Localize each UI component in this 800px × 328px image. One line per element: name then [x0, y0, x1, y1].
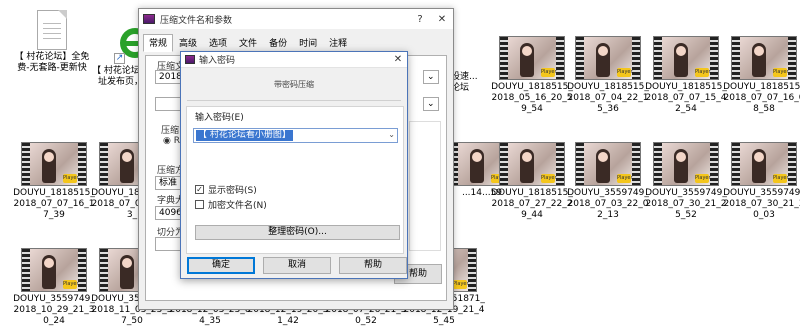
file-label: DOUYU_1818515_2018_05_16_20_59_54	[491, 82, 573, 114]
video-thumbnail-icon: Player	[731, 36, 797, 80]
file-label: DOUYU_3559749_2018_07_30_21_30_03	[723, 188, 800, 220]
checkbox-checked-icon: ✓	[195, 185, 204, 194]
video-thumbnail-icon: Player	[499, 142, 565, 186]
cancel-button[interactable]: 取消	[263, 257, 331, 274]
dialog-titlebar: 输入密码 ✕	[181, 52, 407, 68]
file-label: DOUYU_3559749_2018_07_03_22_02_13	[567, 188, 649, 220]
divider	[187, 100, 401, 101]
close-icon[interactable]: ✕	[389, 54, 407, 65]
options-group	[409, 121, 441, 251]
password-label: 输入密码(E)	[195, 113, 244, 123]
tab-options[interactable]: 选项	[203, 34, 233, 52]
close-icon[interactable]: ✕	[431, 14, 453, 25]
file-label: DOUYU_1818515_2018_07_07_16_08_58	[723, 82, 800, 114]
encrypt-filenames-checkbox[interactable]: 加密文件名(N)	[195, 198, 267, 211]
update-mode-dropdown[interactable]: ⌄	[423, 97, 439, 111]
tab-advanced[interactable]: 高级	[173, 34, 203, 52]
video-file[interactable]: Player DOUYU_1818515_2018_07_07_15_42_54	[644, 36, 728, 115]
winrar-icon	[143, 14, 155, 24]
video-file[interactable]: Player DOUYU_3559749_2018_07_30_21_25_52	[644, 142, 728, 221]
desktop-file[interactable]: 【 村花论坛】全免费-无套路-更新快	[10, 10, 94, 74]
archive-name-dropdown[interactable]: ⌄	[423, 70, 439, 84]
dialog-title: 压缩文件名和参数	[160, 15, 233, 26]
video-thumbnail-icon: Player	[575, 36, 641, 80]
file-label: DOUYU_1818515_2018_07_27_22_29_44	[491, 188, 573, 220]
video-thumbnail-icon: Player	[499, 36, 565, 80]
video-file[interactable]: Player DOUYU_3559749_2018_07_03_22_02_13	[566, 142, 650, 221]
dialog-title: 输入密码	[199, 56, 236, 66]
video-thumbnail-icon: Player	[653, 142, 719, 186]
help-icon[interactable]: ?	[409, 14, 431, 25]
video-file[interactable]: Player DOUYU_3559749_2018_10_29_21_30_24	[12, 248, 96, 327]
video-thumbnail-icon: Player	[653, 36, 719, 80]
encrypt-filenames-label: 加密文件名(N)	[208, 201, 267, 211]
video-file[interactable]: Player DOUYU_1818515_2018_07_04_22_15_36	[566, 36, 650, 115]
dialog-titlebar: 压缩文件名和参数 ? ✕	[139, 9, 453, 29]
file-label: DOUYU_3559749_2018_10_29_21_30_24	[13, 294, 95, 326]
winrar-icon	[185, 55, 195, 64]
tab-backup[interactable]: 备份	[263, 34, 293, 52]
video-file[interactable]: Player DOUYU_1818515_2018_07_27_22_29_44	[490, 142, 574, 221]
tab-time[interactable]: 时间	[293, 34, 323, 52]
help-button[interactable]: 帮助	[339, 257, 407, 274]
organize-passwords-button[interactable]: 整理密码(O)...	[195, 225, 400, 240]
enter-password-dialog: 输入密码 ✕ 带密码压缩 输入密码(E) 【 村花论坛看小册图】 ⌄ ✓ 显示密…	[180, 51, 408, 279]
file-label: DOUYU_1818515_2018_07_07_16_17_39	[13, 188, 95, 220]
video-thumbnail-icon: Player	[21, 248, 87, 292]
tab-strip: 常规 高级 选项 文件 备份 时间 注释	[139, 34, 453, 52]
video-thumbnail-icon: Player	[575, 142, 641, 186]
tab-general[interactable]: 常规	[143, 34, 174, 52]
tab-files[interactable]: 文件	[233, 34, 263, 52]
ok-button[interactable]: 确定	[187, 257, 255, 274]
tab-comment[interactable]: 注释	[323, 34, 353, 52]
show-password-checkbox[interactable]: ✓ 显示密码(S)	[195, 183, 257, 196]
video-file[interactable]: Player DOUYU_1818515_2018_05_16_20_59_54	[490, 36, 574, 115]
dialog-heading: 带密码压缩	[274, 80, 314, 89]
text-document-icon	[37, 10, 67, 50]
password-input[interactable]: 【 村花论坛看小册图】 ⌄	[193, 128, 398, 143]
chevron-down-icon[interactable]: ⌄	[388, 130, 395, 139]
checkbox-unchecked-icon	[195, 200, 204, 209]
video-thumbnail-icon: Player	[731, 142, 797, 186]
password-value: 【 村花论坛看小册图】	[196, 130, 293, 141]
file-label: DOUYU_1818515_2018_07_07_15_42_54	[645, 82, 727, 114]
video-file[interactable]: Player DOUYU_1818515_2018_07_07_16_17_39	[12, 142, 96, 221]
chevron-down-icon: ⌄	[427, 99, 435, 109]
file-label: DOUYU_3559749_2018_07_30_21_25_52	[645, 188, 727, 220]
file-label: 【 村花论坛】全免费-无套路-更新快	[14, 52, 90, 73]
archive-format-label: 压缩	[161, 126, 180, 136]
video-file[interactable]: Player DOUYU_3559749_2018_07_30_21_30_03	[722, 142, 800, 221]
video-thumbnail-icon: Player	[21, 142, 87, 186]
chevron-down-icon: ⌄	[427, 72, 435, 82]
show-password-label: 显示密码(S)	[208, 186, 257, 196]
video-file[interactable]: Player DOUYU_1818515_2018_07_07_16_08_58	[722, 36, 800, 115]
file-label: DOUYU_1818515_2018_07_04_22_15_36	[567, 82, 649, 114]
